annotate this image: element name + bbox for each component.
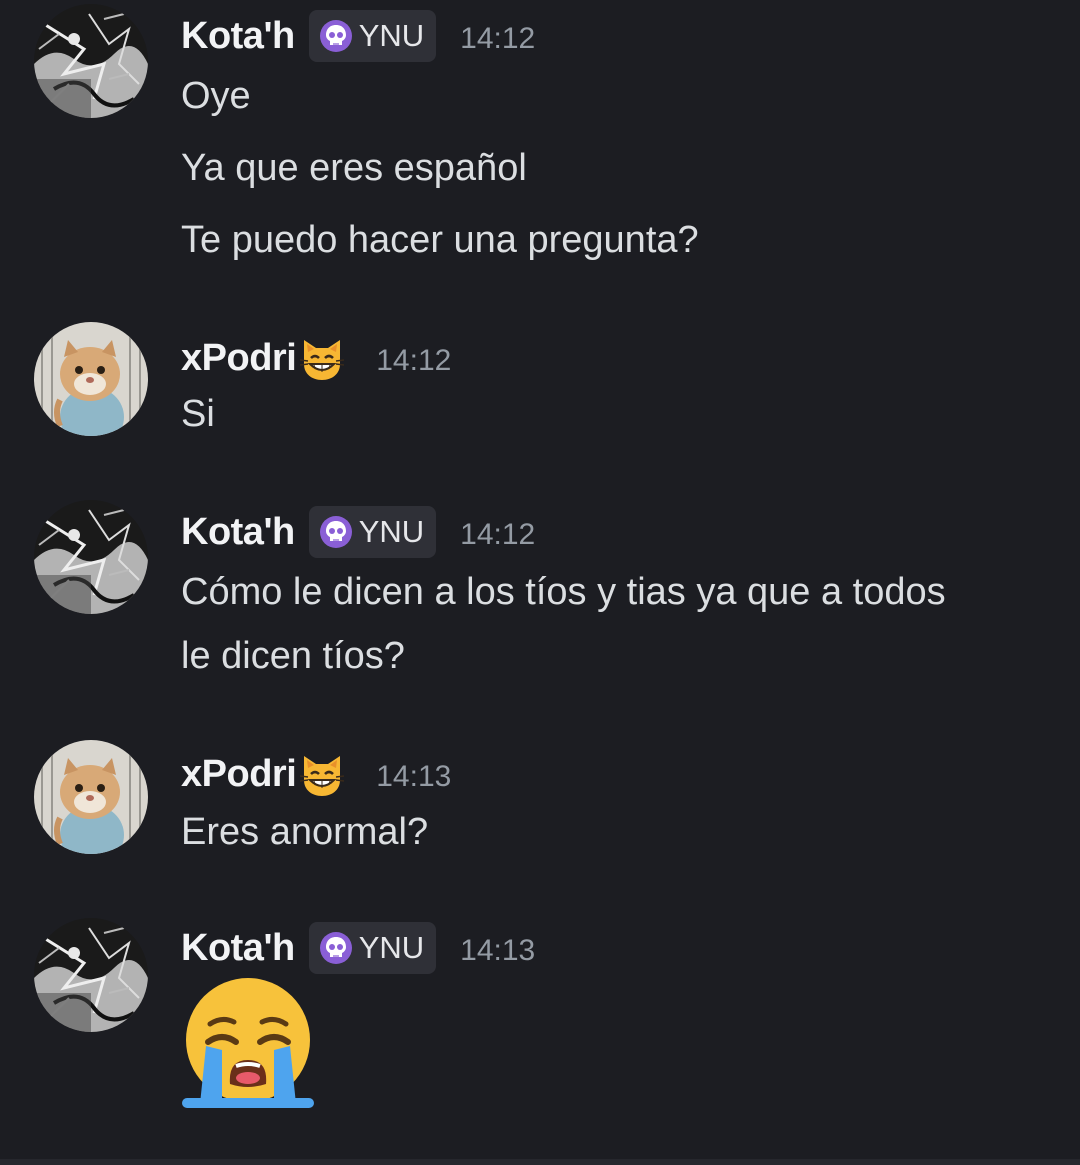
message-text: Si	[181, 393, 215, 435]
username[interactable]: Kota'h	[181, 927, 295, 970]
message-text: Ya que eres español	[181, 147, 527, 189]
username[interactable]: xPodri	[181, 753, 297, 796]
message-content: Oye Ya que eres español Te puedo hacer u…	[181, 64, 1061, 272]
message-header: Kota'h YNU 14:12	[181, 6, 535, 66]
message-header: Kota'h YNU 14:12	[181, 502, 535, 562]
divider	[0, 1159, 1080, 1165]
avatar[interactable]	[34, 322, 148, 436]
grinning-cat-icon	[298, 750, 346, 798]
server-tag[interactable]: YNU	[308, 922, 437, 974]
timestamp: 14:12	[460, 22, 536, 55]
message-content: Eres anormal?	[181, 800, 1061, 864]
message-text: Oye	[181, 75, 251, 117]
message-content	[178, 976, 1058, 1121]
username[interactable]: xPodri	[181, 337, 297, 380]
avatar[interactable]	[34, 918, 148, 1032]
message-header: xPodri 14:13	[181, 744, 451, 804]
message-text: Eres anormal?	[181, 811, 429, 853]
avatar[interactable]	[34, 740, 148, 854]
timestamp: 14:13	[376, 760, 452, 793]
server-tag[interactable]: YNU	[308, 10, 437, 62]
avatar[interactable]	[34, 4, 148, 118]
timestamp: 14:12	[376, 344, 452, 377]
message-header: Kota'h YNU 14:13	[181, 918, 535, 978]
skull-icon	[319, 19, 353, 53]
avatar[interactable]	[34, 500, 148, 614]
server-tag-label: YNU	[358, 18, 425, 53]
message-content: Si	[181, 382, 1061, 446]
username[interactable]: Kota'h	[181, 511, 295, 554]
timestamp: 14:12	[460, 518, 536, 551]
server-tag-label: YNU	[358, 930, 425, 965]
message-text: Te puedo hacer una pregunta?	[181, 219, 699, 261]
skull-icon	[319, 931, 353, 965]
message-content: Cómo le dicen a los tíos y tias ya que a…	[181, 560, 1061, 688]
skull-icon	[319, 515, 353, 549]
loudly-crying-face-icon	[178, 976, 318, 1116]
message-text: Cómo le dicen a los tíos y tias ya que a…	[181, 571, 946, 613]
message-text: le dicen tíos?	[181, 635, 405, 677]
server-tag[interactable]: YNU	[308, 506, 437, 558]
timestamp: 14:13	[460, 934, 536, 967]
message-header: xPodri 14:12	[181, 328, 451, 388]
grinning-cat-icon	[298, 334, 346, 382]
username[interactable]: Kota'h	[181, 15, 295, 58]
server-tag-label: YNU	[358, 514, 425, 549]
